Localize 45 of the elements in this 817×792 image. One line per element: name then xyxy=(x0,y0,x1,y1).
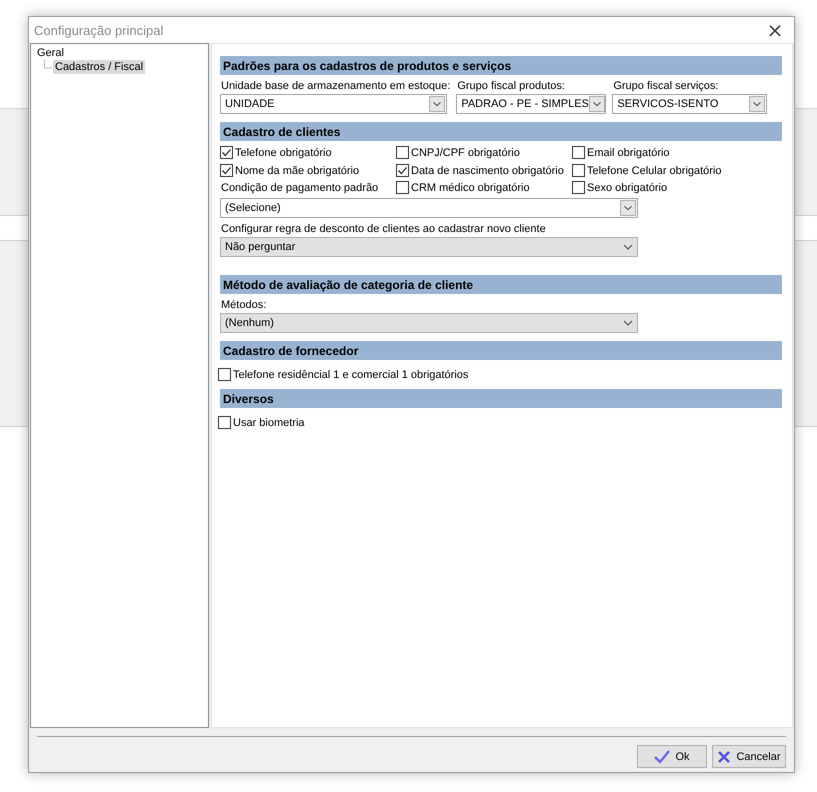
checkbox[interactable]: CRM médico obrigatório xyxy=(396,181,572,194)
checked-box-icon[interactable] xyxy=(396,164,409,177)
field-label: Grupo fiscal produtos: xyxy=(457,80,566,92)
field-label: Configurar regra de desconto de clientes ao cadastrar novo cliente xyxy=(221,223,547,235)
checkbox[interactable]: CNPJ/CPF obrigatório xyxy=(396,146,572,159)
checkbox[interactable]: Nome da mãe obrigatório xyxy=(220,164,396,177)
field-label: Unidade base de armazenamento em estoque: xyxy=(221,80,450,92)
section-header: Diversos xyxy=(220,389,782,408)
section-header: Cadastro de clientes xyxy=(220,122,782,141)
close-icon xyxy=(717,750,732,764)
checkbox[interactable]: Usar biometria xyxy=(218,416,782,429)
unchecked-box-icon[interactable] xyxy=(218,368,231,381)
checkbox[interactable]: Sexo obrigatório xyxy=(572,181,772,194)
dropdown-field[interactable]: (Selecione) xyxy=(220,198,638,218)
checkbox[interactable]: Telefone obrigatório xyxy=(220,146,396,159)
unchecked-box-icon[interactable] xyxy=(572,146,585,159)
tree-item[interactable]: Geral xyxy=(35,46,66,60)
window-title: Configuração principal xyxy=(34,22,164,38)
checkbox[interactable]: Data de nascimento obrigatório xyxy=(396,164,572,177)
section-header: Padrões para os cadastros de produtos e serviços xyxy=(220,56,782,75)
unchecked-box-icon[interactable] xyxy=(396,146,409,159)
cancel-button[interactable]: Cancelar xyxy=(712,745,786,768)
close-button[interactable]: × xyxy=(760,18,790,42)
section-header: Método de avaliação de categoria de cliente xyxy=(220,275,782,294)
field-label: Métodos: xyxy=(221,299,268,311)
unchecked-box-icon[interactable] xyxy=(218,416,231,429)
checkbox[interactable]: Email obrigatório xyxy=(572,146,782,159)
unchecked-box-icon[interactable] xyxy=(572,164,585,177)
field-label: Condição de pagamento padrão xyxy=(221,182,380,194)
checked-box-icon[interactable] xyxy=(220,146,233,159)
dropdown-field[interactable]: PADRAO - PE - SIMPLES xyxy=(456,94,606,114)
unchecked-box-icon[interactable] xyxy=(396,181,409,194)
tree-item[interactable]: Cadastros / Fiscal xyxy=(53,60,146,74)
checkbox[interactable]: Telefone residêncial 1 e comercial 1 obrigatórios xyxy=(218,368,782,381)
check-icon xyxy=(654,750,670,764)
checked-box-icon[interactable] xyxy=(220,164,233,177)
dropdown-field[interactable]: (Nenhum) xyxy=(220,313,638,333)
dropdown-field[interactable]: Não perguntar xyxy=(220,237,638,257)
field-label: Grupo fiscal serviços: xyxy=(613,80,720,92)
checkbox[interactable]: Telefone Celular obrigatório xyxy=(572,164,782,177)
dropdown-field[interactable]: SERVICOS-ISENTO xyxy=(612,94,768,114)
dropdown-field[interactable]: UNIDADE xyxy=(220,94,447,114)
section-header: Cadastro de fornecedor xyxy=(220,341,782,360)
unchecked-box-icon[interactable] xyxy=(572,181,585,194)
ok-button[interactable]: Ok xyxy=(637,745,707,768)
